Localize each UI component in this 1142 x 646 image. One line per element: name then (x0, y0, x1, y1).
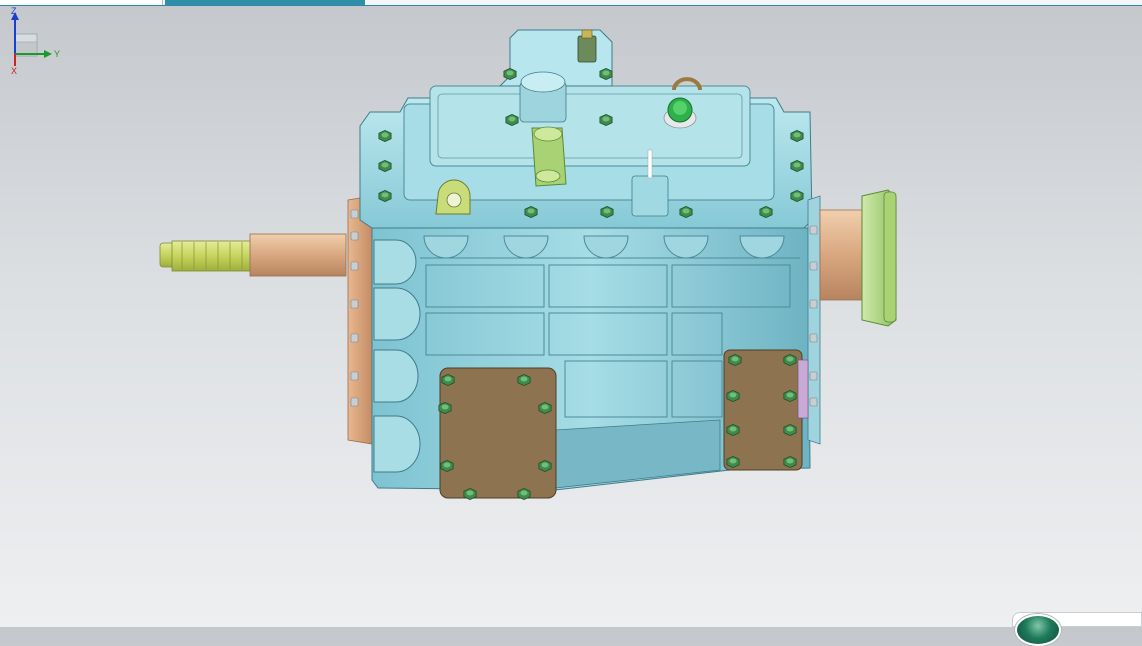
bolt-highlight (602, 70, 610, 76)
y-axis-label: Y (54, 49, 60, 59)
bolt-highlight (786, 392, 794, 398)
bolt-highlight (381, 162, 389, 168)
bolt-highlight (762, 208, 770, 214)
bolt-highlight (441, 404, 449, 410)
bolt-highlight (444, 376, 452, 382)
bolt-highlight (729, 392, 737, 398)
bolt-highlight (381, 132, 389, 138)
bolt-highlight (602, 116, 610, 122)
bolt-highlight (443, 462, 451, 468)
z-axis-label: Z (11, 6, 17, 16)
bolt-highlight (793, 192, 801, 198)
bolt-highlight (786, 458, 794, 464)
y-arrow-icon (44, 50, 52, 58)
bolt-highlight (729, 426, 737, 432)
status-orb-icon[interactable] (1015, 614, 1061, 646)
bolt-highlight (381, 192, 389, 198)
active-document-tab[interactable] (165, 0, 365, 5)
x-axis-label: X (11, 66, 17, 76)
bolt-highlight (541, 404, 549, 410)
graphics-viewport[interactable]: Z Y X (0, 6, 1142, 627)
bolt-highlight (520, 376, 528, 382)
bolt-highlight (731, 356, 739, 362)
bolt-highlight (466, 490, 474, 496)
bolt-highlight (793, 162, 801, 168)
bolt-highlight (508, 116, 516, 122)
bolt-highlight (541, 462, 549, 468)
bolt-highlight (793, 132, 801, 138)
bolt-highlight (603, 208, 611, 214)
bolt-highlight (786, 426, 794, 432)
bolt-highlight (527, 208, 535, 214)
bolt-highlight (520, 490, 528, 496)
bolt-highlight (506, 70, 514, 76)
document-tab[interactable] (0, 0, 163, 5)
bolt-highlight (786, 356, 794, 362)
bolt-highlight (729, 458, 737, 464)
bolt-highlight (682, 208, 690, 214)
axis-triad: Z Y X (11, 6, 60, 76)
gearbox-assembly-icon (159, 29, 897, 501)
